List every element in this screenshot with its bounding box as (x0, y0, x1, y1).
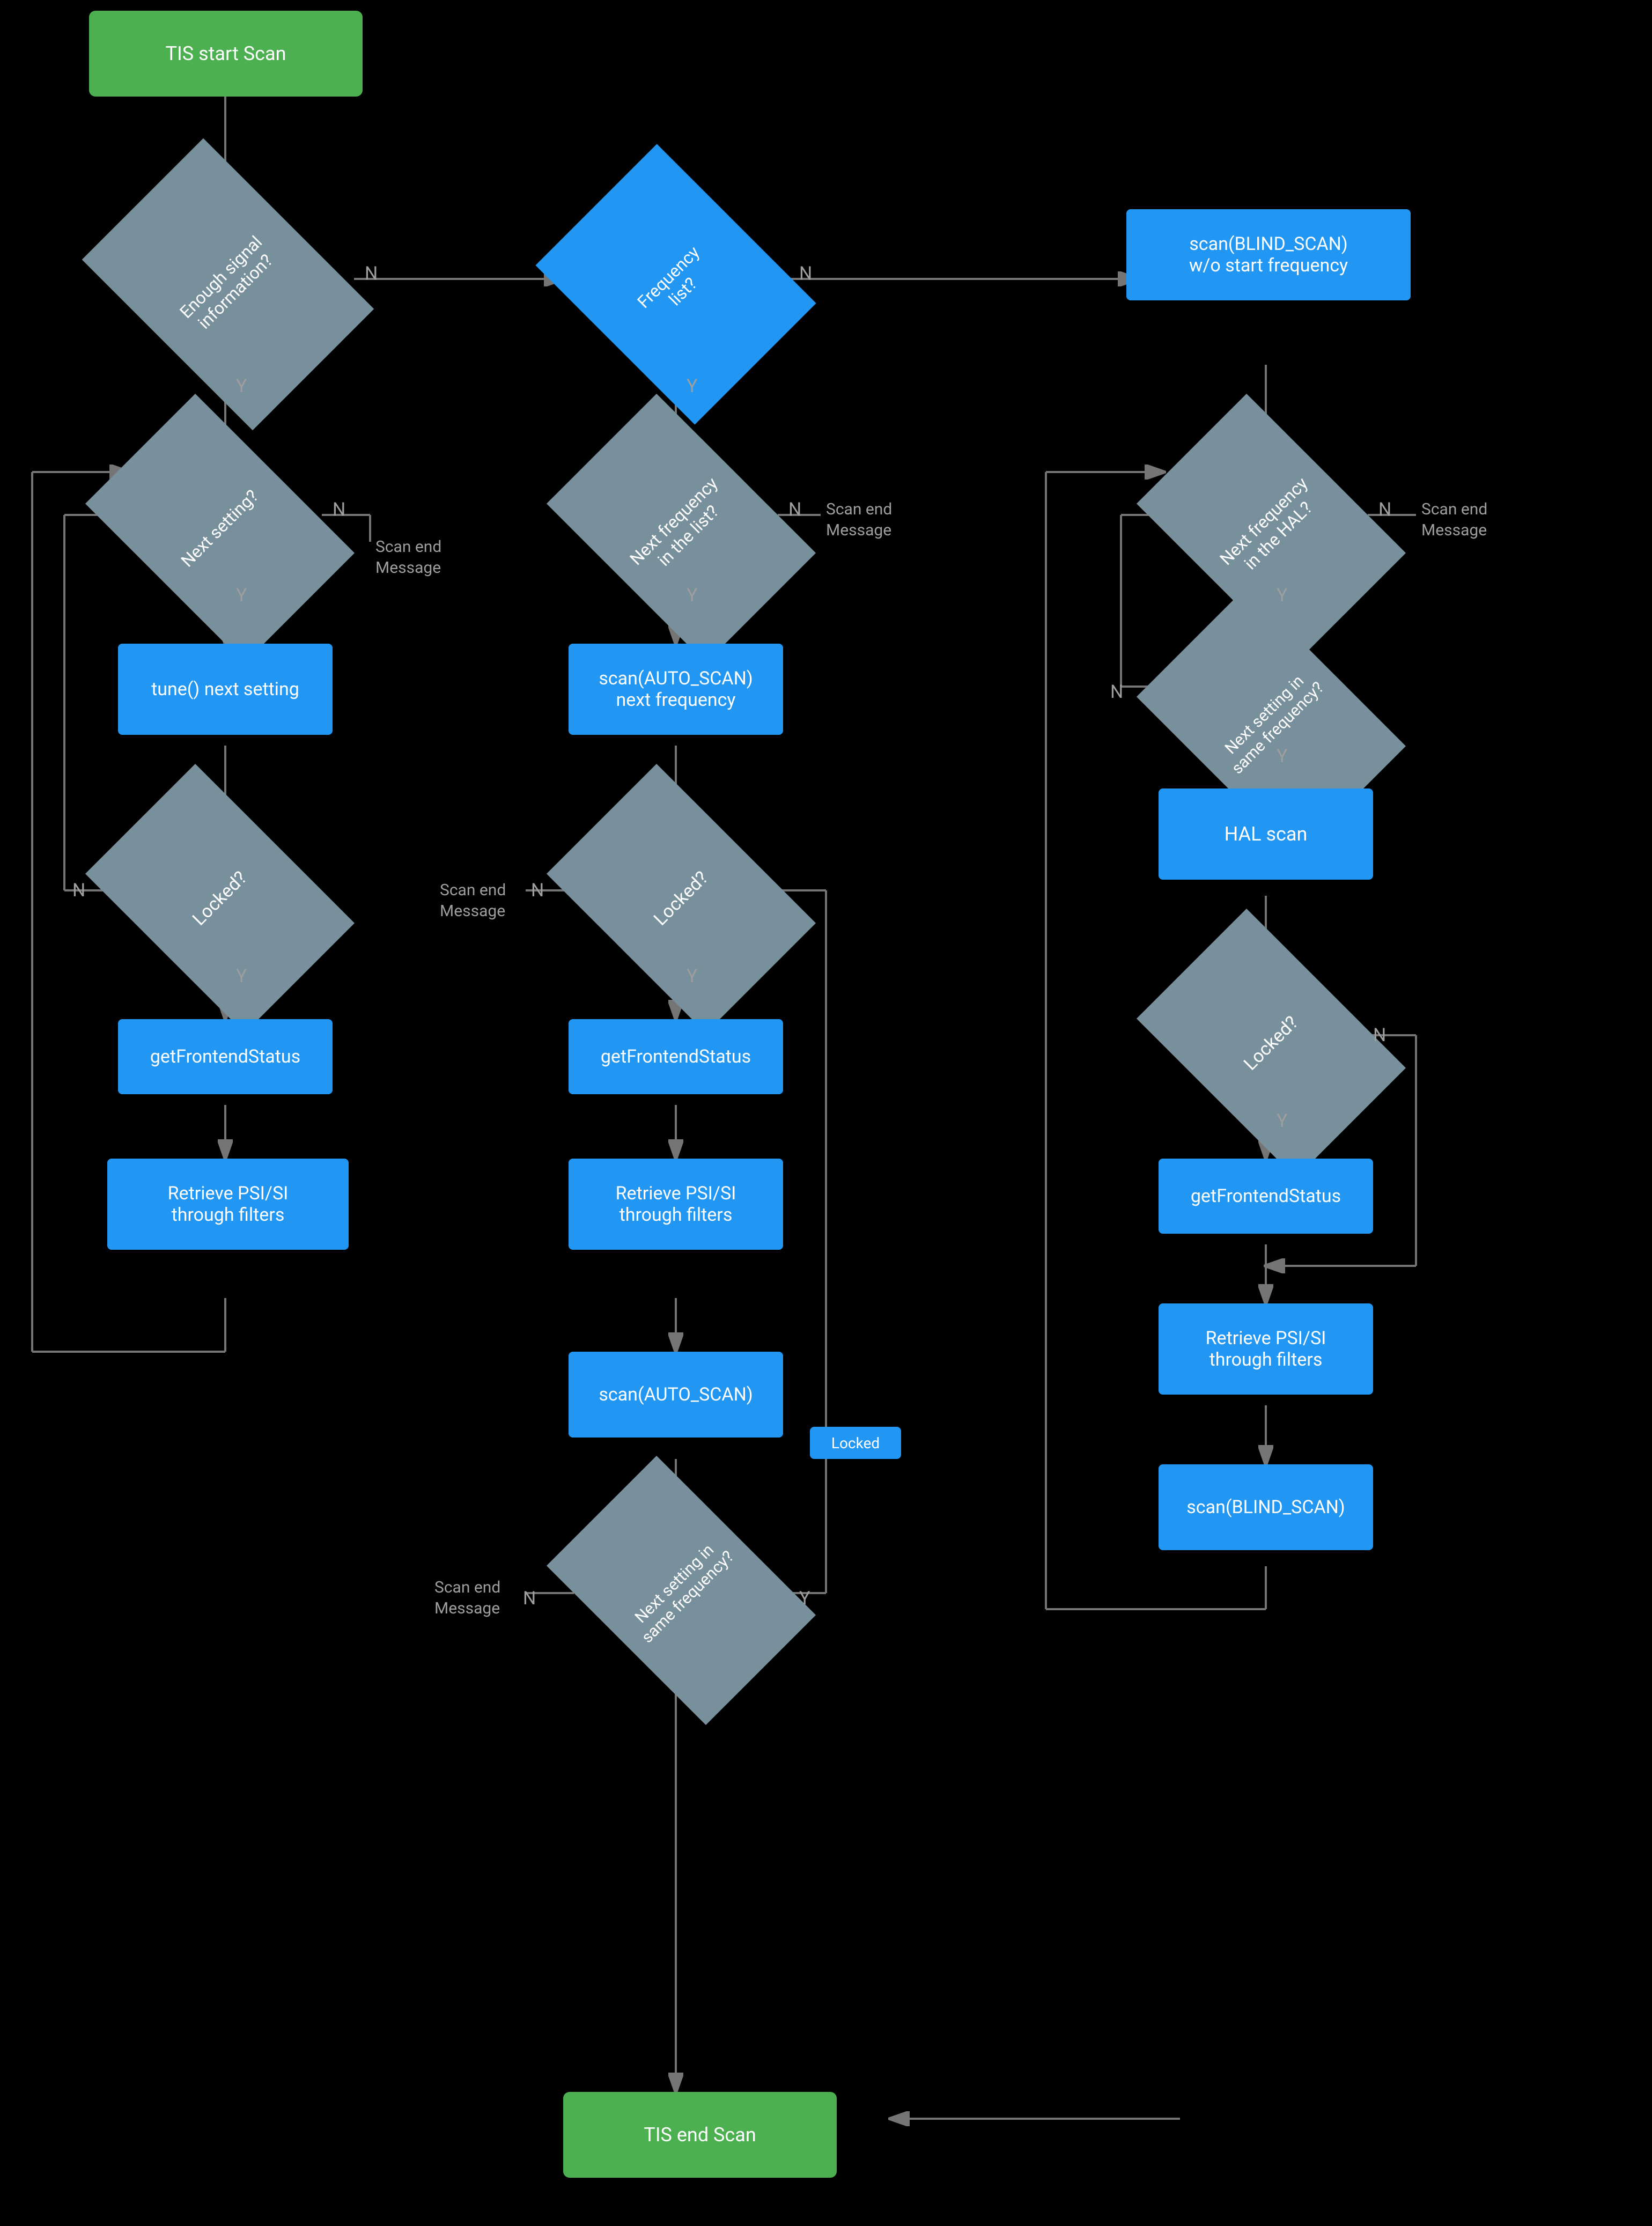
enough-signal-label: Enough signal information? (107, 198, 349, 370)
y-label-3: Y (236, 585, 247, 606)
frequency-list-label: Frequency list? (563, 198, 788, 370)
scan-blind2-node: scan(BLIND_SCAN) (1159, 1464, 1373, 1550)
end-node: TIS end Scan (563, 2092, 837, 2178)
n-label-2: N (799, 263, 812, 284)
get-frontend1-label: getFrontendStatus (150, 1046, 300, 1067)
y-label-5: Y (1277, 585, 1287, 606)
n-label-9: N (1373, 1024, 1386, 1046)
y-label-7: Y (236, 965, 247, 987)
locked3-label: Locked? (1159, 965, 1384, 1121)
next-freq-list-diamond: Next frequency in the list? (547, 394, 816, 663)
n-label-1: N (365, 263, 378, 284)
next-setting-label: Next setting? (107, 451, 333, 606)
start-label: TIS start Scan (166, 42, 286, 65)
n-label-6: N (1110, 681, 1123, 703)
scan-end-2: Scan endMessage (826, 499, 892, 541)
locked-badge-label: Locked (831, 1434, 880, 1452)
next-freq-hal-label: Next frequency in the HAL? (1159, 451, 1384, 606)
retrieve-psi2-node: Retrieve PSI/SI through filters (569, 1159, 783, 1250)
next-setting-same-freq-mid-diamond: Next setting in same frequency? (547, 1456, 816, 1725)
y-label-1: Y (236, 375, 247, 397)
y-label-9: Y (1277, 1110, 1287, 1132)
locked1-label: Locked? (107, 821, 333, 976)
y-label-6: Y (1277, 746, 1287, 767)
locked-badge: Locked (810, 1427, 901, 1459)
get-frontend3-node: getFrontendStatus (1159, 1159, 1373, 1234)
end-label: TIS end Scan (644, 2124, 756, 2146)
next-setting-same-freq-right-label: Next setting in same frequency? (1159, 644, 1384, 799)
tune-next-node: tune() next setting (118, 644, 333, 735)
get-frontend2-label: getFrontendStatus (601, 1046, 751, 1067)
get-frontend3-label: getFrontendStatus (1191, 1185, 1341, 1207)
n-label-5: N (1378, 499, 1391, 520)
scan-end-5: Scan endMessage (434, 1577, 500, 1619)
retrieve-psi3-label: Retrieve PSI/SI through filters (1206, 1328, 1326, 1370)
scan-auto2-node: scan(AUTO_SCAN) (569, 1352, 783, 1438)
retrieve-psi1-label: Retrieve PSI/SI through filters (168, 1183, 289, 1226)
tune-next-label: tune() next setting (151, 679, 299, 700)
blind-scan-no-start-label: scan(BLIND_SCAN) w/o start frequency (1189, 233, 1348, 276)
start-node: TIS start Scan (89, 11, 363, 97)
scan-end-3: Scan endMessage (1421, 499, 1487, 541)
frequency-list-diamond: Frequency list? (535, 144, 816, 424)
next-freq-list-label: Next frequency in the list? (569, 451, 794, 606)
scan-auto-next-node: scan(AUTO_SCAN) next frequency (569, 644, 783, 735)
y-label-2: Y (687, 375, 697, 397)
hal-scan-node: HAL scan (1159, 788, 1373, 880)
scan-auto2-label: scan(AUTO_SCAN) (599, 1384, 753, 1405)
locked1-diamond: Locked? (85, 764, 355, 1033)
next-setting-same-freq-mid-label: Next setting in same frequency? (569, 1513, 794, 1668)
n-label-3: N (333, 499, 345, 520)
get-frontend1-node: getFrontendStatus (118, 1019, 333, 1094)
locked2-label: Locked? (569, 821, 794, 976)
hal-scan-label: HAL scan (1225, 823, 1308, 845)
n-label-10: N (523, 1588, 536, 1609)
retrieve-psi3-node: Retrieve PSI/SI through filters (1159, 1303, 1373, 1395)
n-label-8: N (531, 880, 544, 901)
locked3-diamond: Locked? (1137, 909, 1406, 1178)
scan-auto-next-label: scan(AUTO_SCAN) next frequency (599, 668, 753, 711)
scan-blind2-label: scan(BLIND_SCAN) (1186, 1497, 1345, 1518)
scan-end-4: Scan endMessage (440, 880, 506, 922)
next-setting-diamond: Next setting? (85, 394, 355, 663)
n-label-4: N (788, 499, 801, 520)
y-label-4: Y (687, 585, 697, 606)
n-label-7: N (72, 880, 85, 901)
locked2-diamond: Locked? (547, 764, 816, 1033)
blind-scan-no-start-node: scan(BLIND_SCAN) w/o start frequency (1126, 209, 1411, 300)
get-frontend2-node: getFrontendStatus (569, 1019, 783, 1094)
y-label-8: Y (687, 965, 697, 987)
y-label-10: Y (799, 1588, 810, 1609)
retrieve-psi2-label: Retrieve PSI/SI through filters (616, 1183, 736, 1226)
enough-signal-diamond: Enough signal information? (82, 138, 374, 430)
retrieve-psi1-node: Retrieve PSI/SI through filters (107, 1159, 349, 1250)
scan-end-1: Scan endMessage (375, 536, 441, 578)
